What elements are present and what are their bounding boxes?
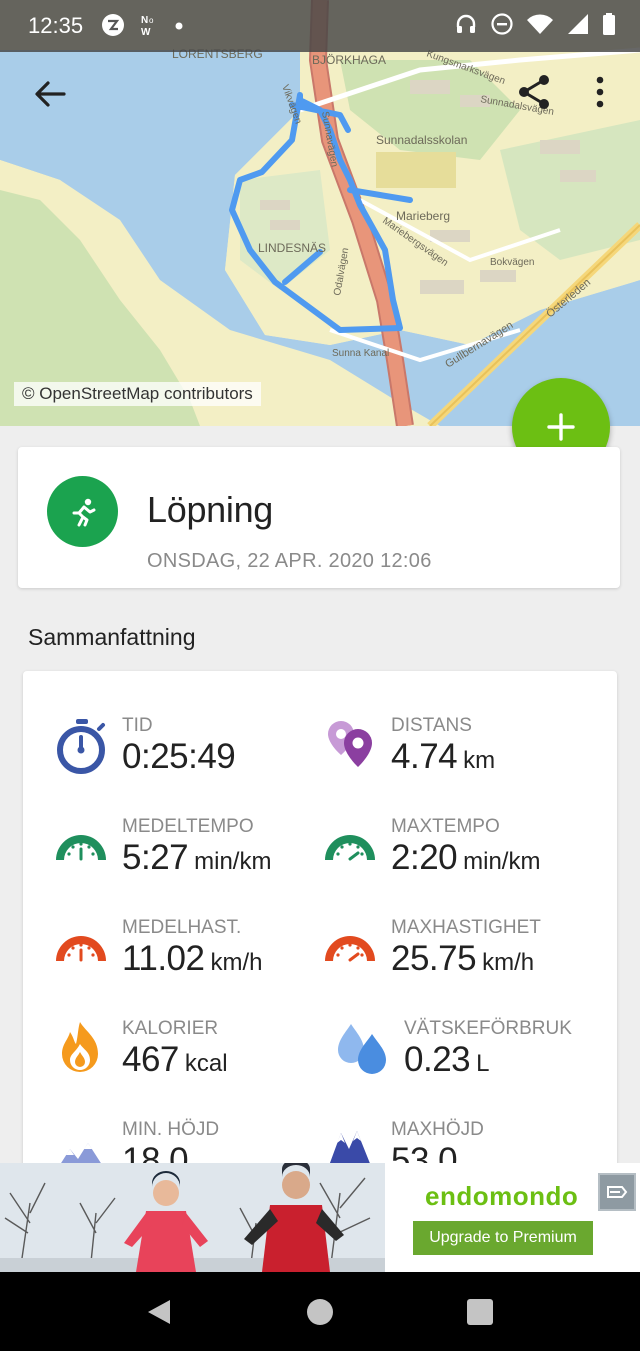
stat-label: MAXHÖJD — [391, 1119, 484, 1140]
stat-label: MIN. HÖJD — [122, 1119, 220, 1140]
svg-text:N: N — [141, 15, 148, 26]
stat-value: 0:25:49 — [122, 737, 236, 776]
app-notification-icon — [102, 14, 124, 36]
nav-back-icon[interactable] — [146, 1298, 172, 1326]
ad-runners-image — [0, 1163, 385, 1272]
summary-card: TID 0:25:49 DISTANS 4.74 km MEDELTEMPO 5:… — [23, 671, 617, 1191]
water-drops-icon — [338, 1024, 386, 1074]
running-icon — [72, 498, 96, 527]
wifi-icon — [527, 14, 553, 34]
stat-unit: km — [463, 747, 496, 774]
stat-calories: KALORIER 467 kcal — [52, 1018, 312, 1088]
sport-badge — [47, 476, 118, 547]
map-label-bjorkhaga: BJÖRKHAGA — [312, 53, 386, 67]
location-pins-icon — [328, 721, 372, 767]
map-canvas: LORENTSBERG BJÖRKHAGA Sunnadalsskolan Ma… — [0, 0, 640, 426]
stat-label: KALORIER — [122, 1018, 219, 1039]
share-button[interactable] — [512, 70, 556, 114]
stat-value: 2:20 — [391, 838, 458, 877]
route-map[interactable]: LORENTSBERG BJÖRKHAGA Sunnadalsskolan Ma… — [0, 0, 640, 426]
stat-label: MEDELHAST. — [122, 917, 242, 938]
nav-recents-icon[interactable] — [467, 1299, 493, 1325]
speedometer-green-max-icon — [325, 835, 375, 861]
dot-icon — [175, 22, 183, 30]
stat-time: TID 0:25:49 — [52, 715, 312, 785]
summary-section-title: Sammanfattning — [28, 624, 196, 650]
workout-title: Löpning — [147, 489, 274, 530]
stat-label: DISTANS — [391, 715, 472, 736]
workout-date: ONSDAG, 22 APR. 2020 12:06 — [147, 550, 432, 572]
map-attribution[interactable]: © OpenStreetMap contributors — [14, 382, 261, 406]
speedometer-red-max-icon — [325, 936, 375, 962]
stat-distance: DISTANS 4.74 km — [321, 715, 601, 785]
back-button[interactable] — [28, 72, 72, 116]
stat-unit: km/h — [482, 949, 535, 976]
map-label-sunna-kanal: Sunna Kanal — [332, 348, 389, 359]
stat-value: 5:27 — [122, 838, 189, 877]
stat-max-speed: MAXHASTIGHET 25.75 km/h — [321, 917, 601, 987]
stat-unit: min/km — [194, 848, 272, 875]
stat-max-pace: MAXTEMPO 2:20 min/km — [321, 816, 601, 886]
map-label-marieberg: Marieberg — [396, 209, 450, 223]
speedometer-red-icon — [56, 936, 106, 962]
more-options-button[interactable] — [580, 70, 620, 114]
ad-banner[interactable]: endomondo Upgrade to Premium — [0, 1163, 640, 1272]
stat-value: 4.74 — [391, 737, 458, 776]
map-label-sunnadalsskolan: Sunnadalsskolan — [376, 133, 467, 147]
system-nav-bar — [0, 1272, 640, 1351]
stat-hydration: VÄTSKEFÖRBRUK 0.23 L — [334, 1018, 604, 1088]
stat-avg-speed: MEDELHAST. 11.02 km/h — [52, 917, 312, 987]
stat-label: TID — [122, 715, 153, 736]
upgrade-premium-button[interactable]: Upgrade to Premium — [413, 1221, 593, 1255]
stat-unit: kcal — [184, 1050, 228, 1077]
stat-unit: min/km — [463, 848, 541, 875]
stat-label: VÄTSKEFÖRBRUK — [404, 1018, 572, 1039]
nav-home-icon[interactable] — [307, 1299, 333, 1325]
ad-badge-icon — [598, 1173, 636, 1211]
news-icon: NoW — [141, 15, 154, 38]
more-vertical-icon — [596, 76, 604, 108]
stat-value: 25.75 — [391, 939, 477, 978]
stat-value: 467 — [122, 1040, 179, 1079]
stat-label: MAXHASTIGHET — [391, 917, 541, 938]
signal-icon — [568, 14, 588, 34]
stat-value: 11.02 — [122, 939, 205, 978]
speedometer-green-icon — [56, 835, 106, 861]
do-not-disturb-icon — [491, 13, 513, 35]
stat-unit: L — [476, 1050, 490, 1077]
headphones-icon — [456, 14, 476, 33]
stopwatch-icon — [57, 719, 105, 774]
ad-promo-panel[interactable]: endomondo Upgrade to Premium — [385, 1163, 640, 1272]
workout-header-card: Löpning ONSDAG, 22 APR. 2020 12:06 — [18, 447, 620, 588]
stat-avg-pace: MEDELTEMPO 5:27 min/km — [52, 816, 312, 886]
ad-photo[interactable] — [0, 1163, 385, 1272]
stat-unit: km/h — [210, 949, 263, 976]
status-bar: 12:35 NoW — [0, 0, 640, 52]
ad-brand-logo: endomondo — [425, 1181, 579, 1211]
stat-value: 0.23 — [404, 1040, 471, 1079]
share-icon — [519, 75, 549, 109]
arrow-left-icon — [35, 81, 66, 107]
svg-text:W: W — [141, 27, 151, 38]
svg-text:o: o — [149, 16, 154, 25]
status-time: 12:35 — [28, 13, 84, 38]
plus-icon — [547, 413, 575, 441]
map-label-lindesnas: LINDESNÄS — [258, 241, 326, 255]
battery-icon — [603, 13, 615, 35]
stat-label: MEDELTEMPO — [122, 816, 254, 837]
map-label-bokvagen: Bokvägen — [490, 257, 534, 268]
stat-label: MAXTEMPO — [391, 816, 500, 837]
flame-icon — [62, 1022, 98, 1072]
